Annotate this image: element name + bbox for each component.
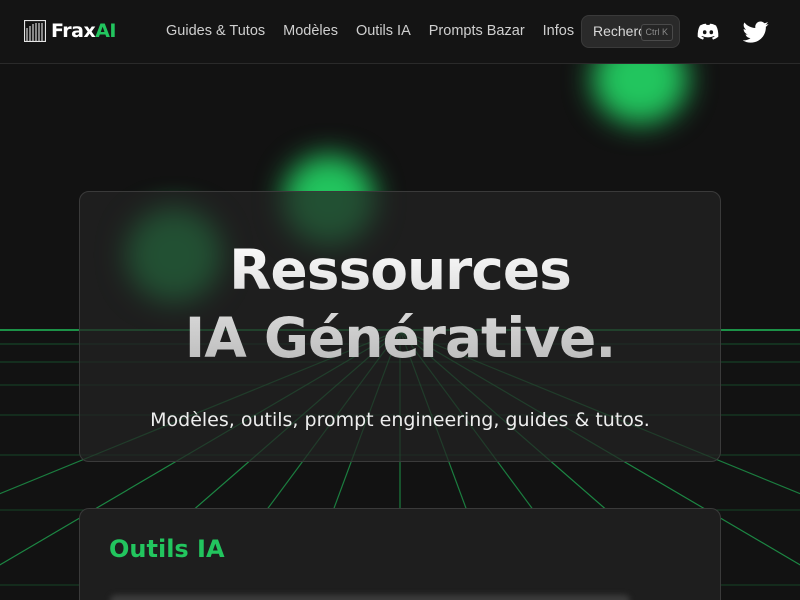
nav-outils-ia[interactable]: Outils IA bbox=[347, 21, 420, 41]
nav-infos[interactable]: Infos bbox=[534, 21, 583, 41]
tools-section-title: Outils IA bbox=[109, 535, 225, 563]
nav-guides-tutos[interactable]: Guides & Tutos bbox=[157, 21, 274, 41]
search-shortcut-badge: Ctrl K bbox=[640, 24, 673, 41]
search-button[interactable]: Rechercher Ctrl K bbox=[581, 15, 680, 48]
page: FraxAI Guides & Tutos Modèles Outils IA … bbox=[0, 0, 800, 600]
nav-prompts-bazar[interactable]: Prompts Bazar bbox=[420, 21, 534, 41]
tools-card: Outils IA bbox=[79, 508, 721, 600]
tools-description-cutoff bbox=[110, 595, 630, 600]
hero-card: Ressources IA Générative. Modèles, outil… bbox=[79, 191, 721, 462]
hero-subtitle: Modèles, outils, prompt engineering, gui… bbox=[150, 409, 650, 431]
site-header: FraxAI Guides & Tutos Modèles Outils IA … bbox=[0, 0, 800, 64]
main-nav: Guides & Tutos Modèles Outils IA Prompts… bbox=[157, 21, 583, 41]
stripes-logo-icon bbox=[24, 20, 46, 42]
site-logo[interactable]: FraxAI bbox=[24, 20, 116, 42]
nav-modeles[interactable]: Modèles bbox=[274, 21, 347, 41]
logo-text: FraxAI bbox=[51, 20, 116, 42]
hero-title-line-2: IA Générative. bbox=[184, 306, 616, 370]
hero-title-line-1: Ressources bbox=[229, 238, 571, 302]
discord-icon[interactable] bbox=[695, 19, 721, 45]
twitter-icon[interactable] bbox=[742, 19, 769, 45]
hero-title: Ressources IA Générative. bbox=[80, 236, 720, 372]
